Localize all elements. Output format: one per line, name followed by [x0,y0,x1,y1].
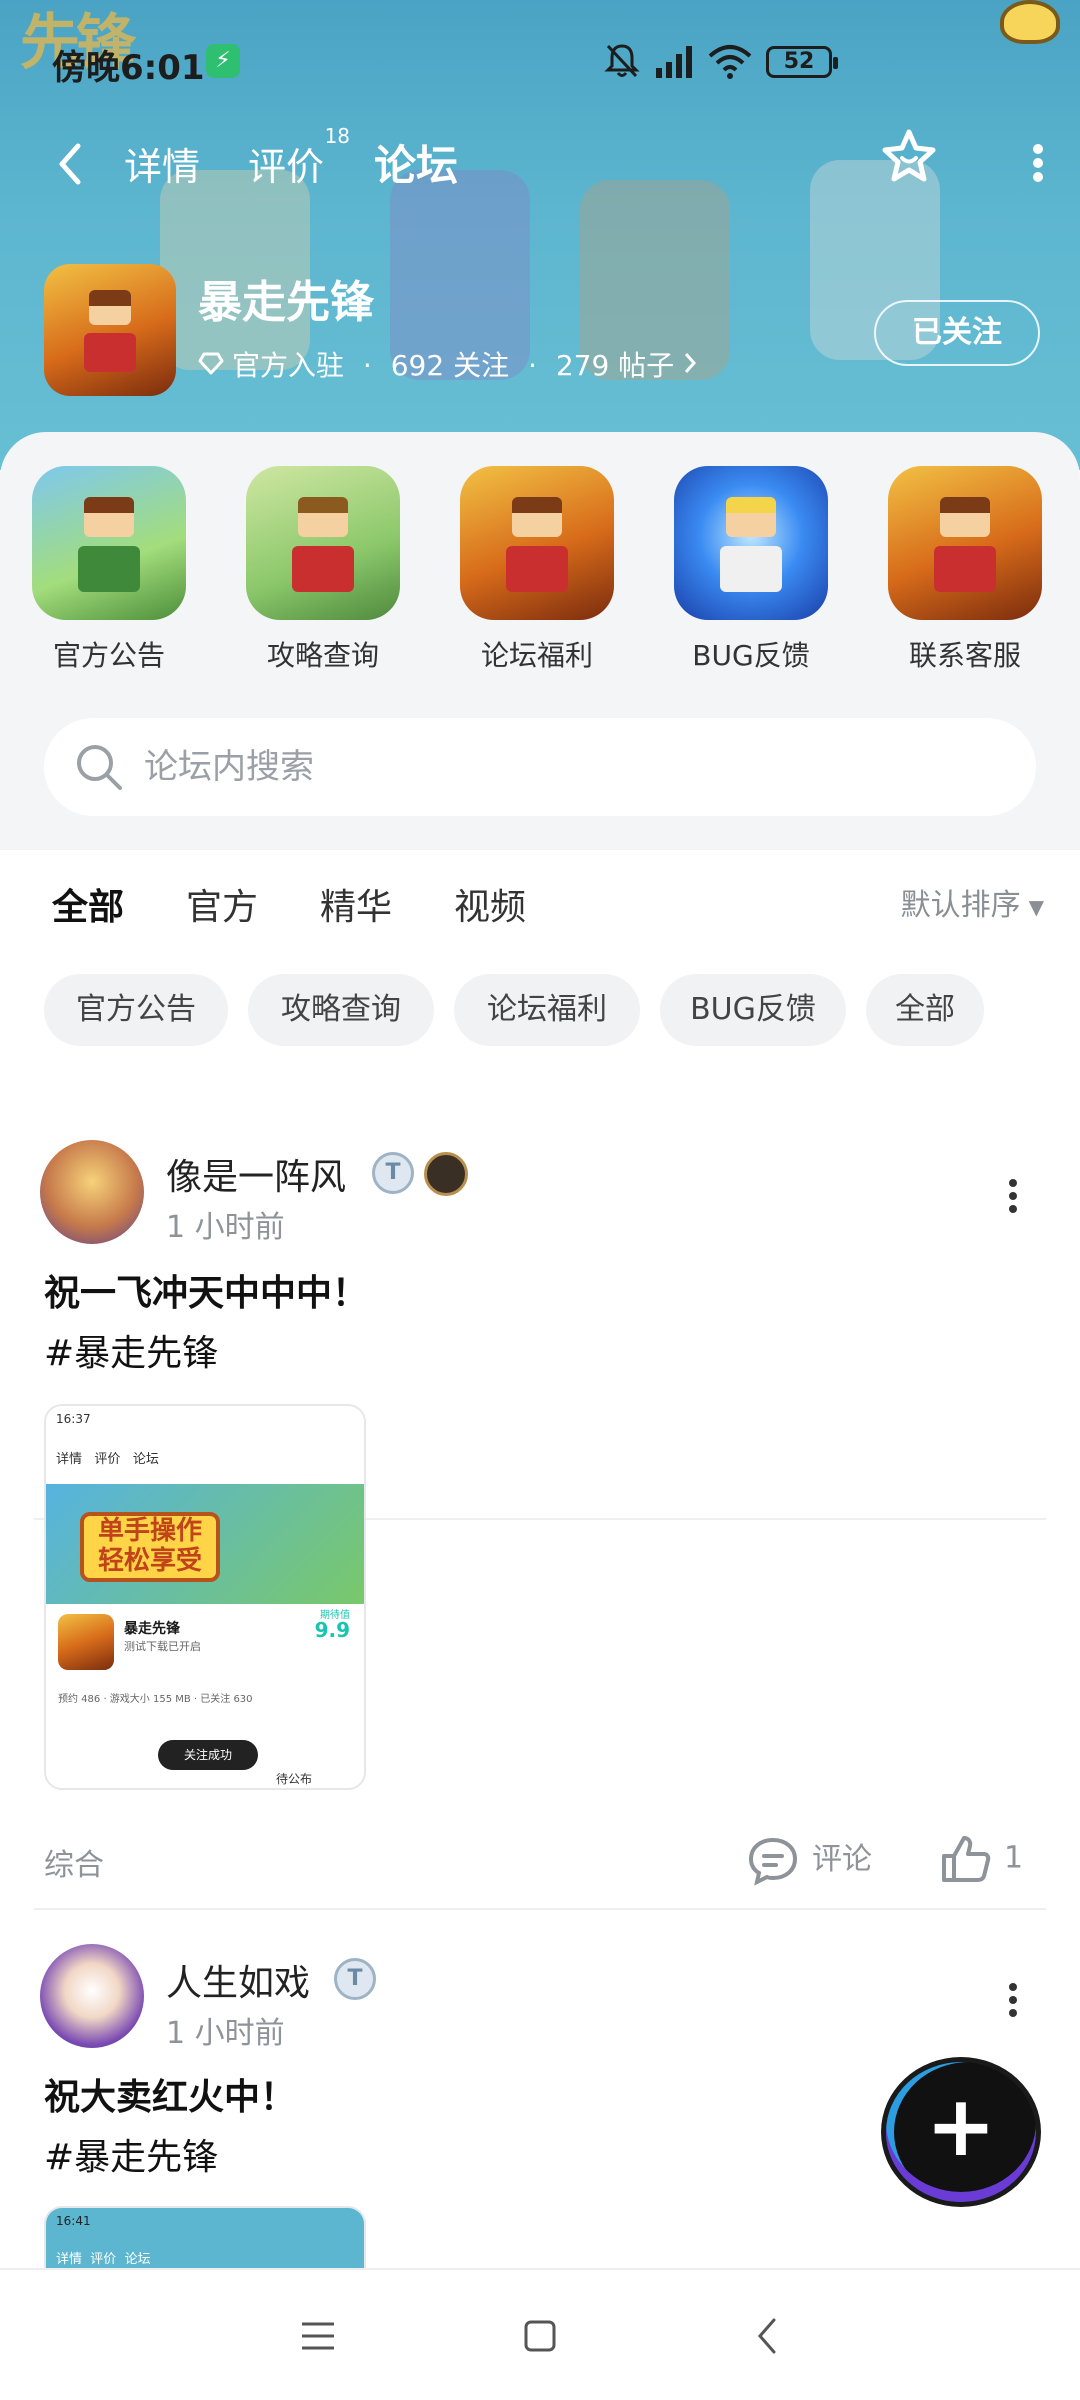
tab-review[interactable]: 评价 18 [248,124,350,191]
like-button[interactable]: 1 [940,1834,1023,1884]
chip-bug-report[interactable]: BUG反馈 [660,974,846,1046]
post-text: 祝一飞冲天中中中！ [44,1273,369,1314]
system-navigation-bar [0,2268,1080,2400]
game-meta[interactable]: 官方入驻 · 692 关注 · 279 帖子 [198,344,697,384]
avatar[interactable] [40,1944,144,2048]
bug-report-icon [674,466,828,620]
search-input[interactable] [144,738,1004,796]
followed-button[interactable]: 已关注 [874,300,1040,366]
create-post-button[interactable]: + [886,2062,1036,2202]
post-time: 1 小时前 [166,1210,285,1245]
level-badge-icon: T [372,1152,414,1194]
status-bar: 傍晚6:01 ⚡ 52 [0,36,1080,92]
comment-icon [748,1837,798,1886]
shortcut-guides[interactable]: 攻略查询 [228,466,418,674]
shortcut-announcements[interactable]: 官方公告 [14,466,204,674]
post-count: 279 帖子 [555,349,675,382]
back-arrow-icon[interactable] [52,140,88,188]
post-time: 1 小时前 [166,2016,285,2051]
search-icon [74,742,124,792]
announcements-icon [32,466,186,620]
chip-all[interactable]: 全部 [866,974,984,1046]
game-icon[interactable] [44,264,176,396]
avatar[interactable] [40,1140,144,1244]
divider [34,1908,1046,1910]
game-name: 暴走先锋 [198,277,374,328]
like-count: 1 [1004,1840,1024,1876]
comment-label: 评论 [812,1842,872,1877]
screenshot-toast: 关注成功 [158,1740,258,1770]
chip-benefits[interactable]: 论坛福利 [454,974,640,1046]
official-label: 官方入驻 [232,349,345,382]
tab-all[interactable]: 全部 [52,878,124,932]
caret-down-icon: ▼ [1028,894,1044,919]
back-icon[interactable] [746,2314,790,2358]
more-options-icon[interactable] [1028,140,1048,188]
post-hashtag[interactable]: #暴走先锋 [44,2128,296,2188]
category-chips: 官方公告 攻略查询 论坛福利 BUG反馈 全部 [0,974,1080,1048]
post-text: 祝大卖红火中！ [44,2077,297,2118]
shortcut-support[interactable]: 联系客服 [870,466,1060,674]
screenshot-topbar: 16:37 详情 评价 论坛 [46,1406,364,1484]
mute-bell-icon [604,42,640,84]
chip-announcements[interactable]: 官方公告 [44,974,228,1046]
post-hashtag[interactable]: #暴走先锋 [44,1324,368,1384]
post-more-icon[interactable] [1006,1174,1020,1224]
screenshot-banner: 单手操作 轻松享受 [46,1484,364,1604]
favorite-star-icon[interactable] [878,126,940,188]
guides-icon [246,466,400,620]
shortcut-bug-report[interactable]: BUG反馈 [656,466,846,674]
official-badge-icon [198,349,224,382]
post-category[interactable]: 综合 [44,1840,104,1884]
benefits-icon [460,466,614,620]
tab-video[interactable]: 视频 [454,878,526,930]
review-count-badge: 18 [324,124,351,148]
post-screenshot[interactable]: 16:37 详情 评价 论坛 单手操作 轻松享受 暴走先锋 测试下载已开启 期待… [44,1404,366,1790]
game-header: 先锋 傍晚6:01 ⚡ 52 详情 评价 18 论坛 暴走先锋 官方入驻 · 6… [0,0,1080,470]
menu-icon[interactable] [296,2314,340,2358]
sort-label: 默认排序 [900,888,1021,923]
sort-select[interactable]: 默认排序 ▼ [901,880,1044,924]
post-username[interactable]: 像是一阵风 [166,1148,346,1200]
wifi-icon [708,44,752,84]
forum-search[interactable] [44,718,1036,816]
status-time: 傍晚6:01 [52,48,205,88]
tab-official[interactable]: 官方 [186,878,258,930]
tab-review-label: 评价 [248,145,325,189]
shortcut-benefits[interactable]: 论坛福利 [442,466,632,674]
post-body: 祝大卖红火中！ #暴走先锋 [44,2068,296,2188]
home-icon[interactable] [518,2314,562,2358]
tab-featured[interactable]: 精华 [320,878,392,930]
post-username[interactable]: 人生如戏 [166,1954,310,2006]
thumbs-up-icon [942,1836,991,1882]
level-badge-icon: T [334,1958,376,2000]
chevron-right-icon [683,349,697,382]
chip-guides[interactable]: 攻略查询 [248,974,434,1046]
shortcut-row: 官方公告 攻略查询 论坛福利 BUG反馈 联系客服 [0,466,1080,706]
battery-indicator: 52 [766,46,838,78]
support-icon [888,466,1042,620]
post-body: 祝一飞冲天中中中！ #暴走先锋 [44,1264,368,1384]
post-more-icon[interactable] [1006,1978,1020,2028]
feed-tabs: 全部 官方 精华 视频 默认排序 ▼ [0,878,1080,948]
plus-icon: + [925,2077,997,2175]
tab-detail[interactable]: 详情 [124,136,200,191]
comment-button[interactable]: 评论 [746,1834,872,1886]
honor-badge-icon [424,1152,468,1196]
top-navigation: 详情 评价 18 论坛 [0,124,1080,206]
post-screenshot[interactable]: 16:41 详情 评价 论坛 [44,2206,366,2268]
security-shield-icon: ⚡ [206,44,240,78]
signal-icon [654,42,698,84]
tab-forum[interactable]: 论坛 [374,132,458,195]
follow-count: 692 关注 [390,349,510,382]
